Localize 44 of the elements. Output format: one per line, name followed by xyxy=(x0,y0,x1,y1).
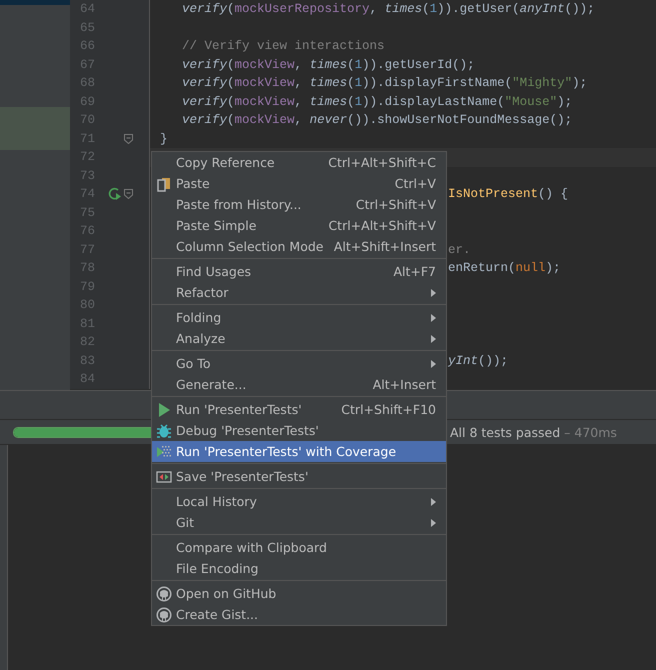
menu-item[interactable]: File Encoding xyxy=(152,558,446,579)
code-line: verify(mockView, times(1)).displayFirstName("Mighty"); xyxy=(182,76,588,90)
menu-item[interactable]: Analyze xyxy=(152,328,446,349)
code-line: verify(mockView, times(1)).displayLastName("Mouse"); xyxy=(182,94,572,109)
code-fragment: er. xyxy=(448,242,471,257)
menu-item[interactable]: Git xyxy=(152,512,446,533)
menu-item[interactable]: Copy Reference Ctrl+Alt+Shift+C xyxy=(152,152,446,173)
code-fragment: yInt()); xyxy=(448,354,508,368)
menu-item[interactable]: Open on GitHub xyxy=(152,583,446,604)
code-fragment: enReturn(null); xyxy=(448,261,561,276)
menu-item[interactable]: Folding xyxy=(152,307,446,328)
fold-icon[interactable] xyxy=(124,189,133,200)
bug-icon xyxy=(156,422,172,438)
menu-item[interactable]: Run 'PresenterTests' with Coverage xyxy=(152,441,446,462)
run-icon xyxy=(156,402,172,418)
menu-item[interactable]: Create Gist... xyxy=(152,604,446,625)
menu-item[interactable]: Generate... Alt+Insert xyxy=(152,374,446,395)
menu-item[interactable]: Local History xyxy=(152,491,446,512)
code-fragment: IsNotPresent() { xyxy=(448,187,568,202)
menu-item[interactable]: Refactor xyxy=(152,282,446,303)
coverage-icon xyxy=(156,444,172,460)
menu-item[interactable]: Paste Ctrl+V xyxy=(152,173,446,194)
menu-item[interactable]: Run 'PresenterTests' Ctrl+Shift+F10 xyxy=(152,399,446,420)
menu-item[interactable]: Paste from History... Ctrl+Shift+V xyxy=(152,194,446,215)
code-line: verify(mockUserRepository, times(1)).getUser(anyInt()); xyxy=(182,2,595,16)
fold-icon[interactable] xyxy=(124,134,133,144)
clipboard-icon xyxy=(156,176,172,192)
test-status: All 8 tests passed xyxy=(450,424,560,440)
menu-item[interactable]: Go To xyxy=(152,353,446,374)
menu-item[interactable]: Paste Simple Ctrl+Alt+Shift+V xyxy=(152,215,446,236)
code-line: verify(mockView, times(1)).getUserId(); xyxy=(182,58,475,72)
menu-item[interactable]: Compare with Clipboard xyxy=(152,537,446,558)
github-icon xyxy=(156,586,172,602)
menu-item[interactable]: Save 'PresenterTests' xyxy=(152,466,446,487)
code-line: verify(mockView, never()).showUserNotFoundMessage(); xyxy=(182,113,572,128)
menu-item[interactable]: Column Selection Mode Alt+Shift+Insert xyxy=(152,236,446,257)
menu-item[interactable]: Debug 'PresenterTests' xyxy=(152,420,446,441)
test-duration: – 470ms xyxy=(564,424,617,440)
run-gutter-icon[interactable] xyxy=(108,187,122,202)
code-line: } xyxy=(160,132,168,146)
github-icon xyxy=(156,606,172,622)
code-line: // Verify view interactions xyxy=(182,39,385,54)
save-icon xyxy=(156,468,172,484)
menu-item[interactable]: Find Usages Alt+F7 xyxy=(152,261,446,282)
